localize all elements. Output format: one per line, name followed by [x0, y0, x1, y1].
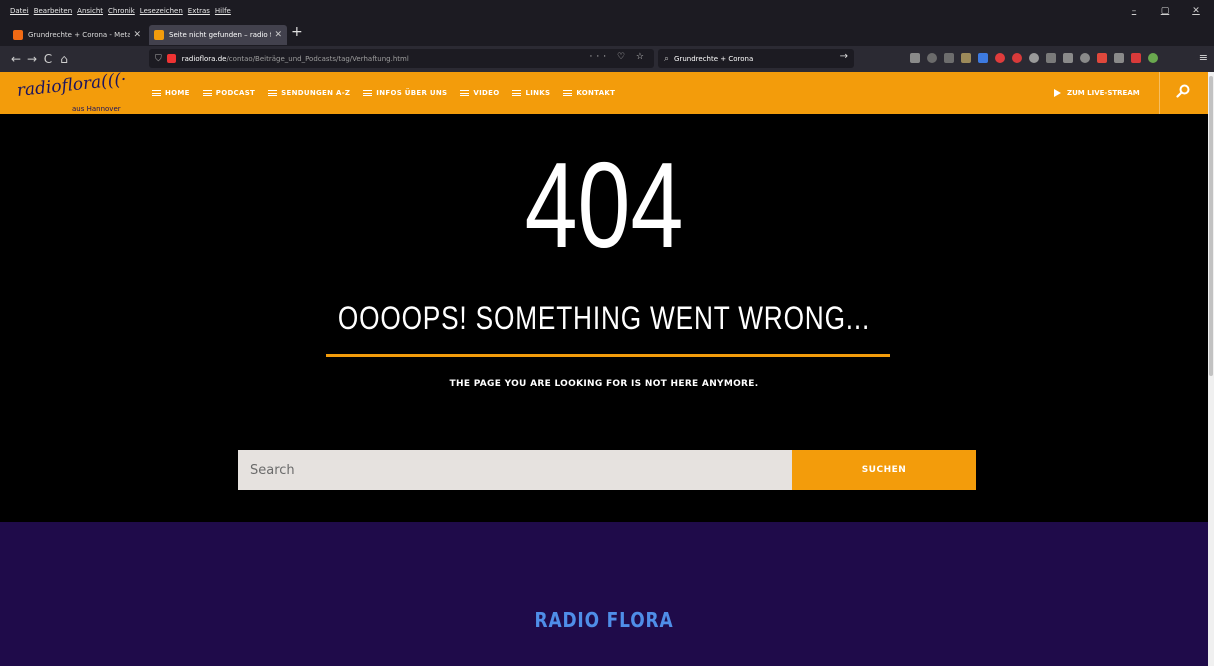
arrow-right-icon[interactable]: →: [840, 51, 848, 62]
menu-bars-icon: [512, 90, 522, 96]
error-message: THE PAGE YOU ARE LOOKING FOR IS NOT HERE…: [449, 379, 759, 389]
shield-icon[interactable]: [1097, 53, 1107, 63]
page-actions-icon[interactable]: ··· ♡ ☆: [590, 52, 648, 62]
error-title: OOOOPS! SOMETHING WENT WRONG...: [337, 300, 871, 336]
tab-radioflora[interactable]: Seite nicht gefunden – radio flora ✕: [149, 25, 287, 45]
browser-window: Datei Bearbeiten Ansicht Chronik Lesezei…: [0, 0, 1214, 666]
shield-icon[interactable]: ⛉: [155, 54, 162, 64]
error-code: 404: [524, 137, 684, 273]
radioflora-favicon-icon: [154, 30, 164, 40]
close-tab-icon[interactable]: ✕: [274, 30, 282, 40]
url-host: radioflora.de: [181, 54, 227, 63]
close-window-button[interactable]: ✕: [1183, 6, 1209, 16]
search-icon: ⌕: [664, 53, 670, 64]
site-security-icon[interactable]: [166, 54, 176, 63]
navigation-bar: ← → C ⌂ ⛉ radioflora.de /contao/Beiträge…: [0, 46, 1214, 72]
livestream-label: ZUM LIVE-STREAM: [1067, 89, 1140, 97]
play-icon: [1054, 89, 1061, 97]
extension-icon[interactable]: [1131, 53, 1141, 63]
menu-hilfe[interactable]: Hilfe: [215, 7, 231, 15]
site-footer: RADIO FLORA: [0, 522, 1208, 666]
menu-bars-icon: [152, 90, 161, 96]
nav-item-label: SENDUNGEN A-Z: [281, 89, 351, 97]
nav-item-label: INFOS ÜBER UNS: [376, 89, 448, 97]
url-path: /contao/Beiträge_und_Podcasts/tag/Verhaf…: [226, 54, 409, 63]
header-divider: [1159, 72, 1160, 114]
nav-item-infos[interactable]: INFOS ÜBER UNS: [363, 89, 447, 97]
menu-bars-icon: [268, 90, 278, 96]
tab-title: Grundrechte + Corona - MetaGer: [28, 31, 131, 39]
extension-icon[interactable]: [1029, 53, 1039, 63]
nav-item-home[interactable]: HOME: [152, 89, 190, 97]
nav-item-kontakt[interactable]: KONTAKT: [563, 89, 615, 97]
library-icon[interactable]: [910, 53, 920, 63]
error-section: 404 OOOOPS! SOMETHING WENT WRONG... THE …: [0, 114, 1208, 522]
nav-item-video[interactable]: VIDEO: [460, 89, 499, 97]
menu-bars-icon: [460, 90, 470, 96]
site-logo[interactable]: radioflora(((· aus Hannover: [16, 70, 138, 113]
nav-item-label: HOME: [165, 89, 190, 97]
menu-datei[interactable]: Datei: [10, 7, 29, 15]
home-icon[interactable]: ⌂: [56, 52, 72, 66]
reload-icon[interactable]: C: [40, 52, 56, 66]
footer-title: RADIO FLORA: [534, 608, 674, 632]
livestream-link[interactable]: ZUM LIVE-STREAM: [1054, 72, 1140, 114]
menu-bearbeiten[interactable]: Bearbeiten: [34, 7, 72, 15]
reader-icon[interactable]: [944, 53, 954, 63]
title-underline: [326, 354, 890, 357]
search-input[interactable]: [238, 450, 792, 490]
extension-icon[interactable]: [1046, 53, 1056, 63]
nav-item-label: PODCAST: [215, 89, 256, 97]
main-navigation: HOME PODCAST SENDUNGEN A-Z INFOS ÜBER UN…: [152, 72, 628, 114]
search-icon[interactable]: [1176, 84, 1190, 98]
menu-ansicht[interactable]: Ansicht: [77, 7, 103, 15]
extension-icon[interactable]: [1063, 53, 1073, 63]
forward-icon[interactable]: →: [24, 52, 40, 66]
back-icon[interactable]: ←: [8, 52, 24, 66]
hamburger-menu-icon[interactable]: ≡: [1199, 51, 1208, 64]
extension-icon[interactable]: [1080, 53, 1090, 63]
menu-bars-icon: [202, 90, 212, 96]
logo-subtitle: aus Hannover: [72, 105, 121, 113]
minimize-button[interactable]: –: [1121, 6, 1147, 16]
nav-item-links[interactable]: LINKS: [512, 89, 550, 97]
maximize-button[interactable]: ▢: [1152, 6, 1178, 16]
page-scrollbar[interactable]: [1208, 72, 1214, 666]
search-query: Grundrechte + Corona: [674, 54, 754, 63]
scrollbar-thumb[interactable]: [1209, 76, 1213, 376]
nav-item-label: LINKS: [525, 89, 551, 97]
menu-bar: Datei Bearbeiten Ansicht Chronik Lesezei…: [0, 0, 1214, 22]
extension-toolbar: [910, 53, 1165, 63]
extension-icon[interactable]: [978, 53, 988, 63]
nav-item-sendungen[interactable]: SENDUNGEN A-Z: [268, 89, 350, 97]
extension-icon[interactable]: [961, 53, 971, 63]
window-controls: – ▢ ✕: [1121, 0, 1214, 22]
nav-item-podcast[interactable]: PODCAST: [202, 89, 256, 97]
menu-chronik[interactable]: Chronik: [108, 7, 135, 15]
menu-bars-icon: [563, 90, 573, 96]
address-bar[interactable]: ⛉ radioflora.de /contao/Beiträge_und_Pod…: [149, 49, 654, 68]
extension-icon[interactable]: [995, 53, 1005, 63]
adblock-icon[interactable]: [1012, 53, 1022, 63]
browser-search-box[interactable]: ⌕ Grundrechte + Corona →: [658, 49, 854, 68]
tab-bar: Grundrechte + Corona - MetaGer ✕ Seite n…: [0, 22, 1214, 46]
menu-extras[interactable]: Extras: [188, 7, 210, 15]
github-icon[interactable]: [927, 53, 937, 63]
nav-item-label: VIDEO: [473, 89, 500, 97]
extension-icon[interactable]: [1114, 53, 1124, 63]
site-header: radioflora(((· aus Hannover HOME PODCAST…: [0, 70, 1214, 114]
close-tab-icon[interactable]: ✕: [133, 30, 141, 40]
new-tab-button[interactable]: +: [291, 24, 303, 40]
menu-bars-icon: [363, 90, 373, 96]
nav-item-label: KONTAKT: [576, 89, 616, 97]
tab-metager[interactable]: Grundrechte + Corona - MetaGer ✕: [8, 25, 146, 45]
tab-title: Seite nicht gefunden – radio flora: [169, 31, 271, 39]
menu-lesezeichen[interactable]: Lesezeichen: [140, 7, 183, 15]
extension-icon[interactable]: [1148, 53, 1158, 63]
logo-text: radioflora(((·: [15, 69, 128, 101]
search-button[interactable]: SUCHEN: [792, 450, 976, 490]
metager-favicon-icon: [13, 30, 23, 40]
